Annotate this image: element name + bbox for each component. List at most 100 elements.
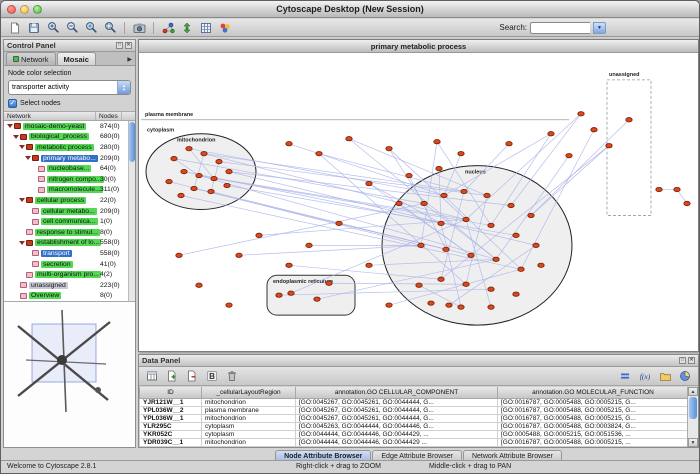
float-panel-icon[interactable]: □ [679, 357, 686, 364]
graph-node[interactable] [656, 187, 662, 191]
graph-node[interactable] [316, 151, 322, 155]
graph-node[interactable] [396, 201, 402, 205]
graph-node[interactable] [591, 128, 597, 132]
graph-node[interactable] [674, 187, 680, 191]
graph-node[interactable] [418, 243, 424, 247]
graph-node[interactable] [201, 151, 207, 155]
graph-node[interactable] [211, 176, 217, 180]
graph-node[interactable] [186, 146, 192, 150]
graph-node[interactable] [438, 221, 444, 225]
select-attributes-icon[interactable] [143, 369, 161, 384]
table-row[interactable]: YPL036W__2plasma membrane[GO:0045267, GO… [140, 406, 689, 414]
pie-chart-icon[interactable] [676, 369, 694, 384]
table-row[interactable]: YDR039C__1mitochondrion[GO:0044444, GO:0… [140, 438, 689, 446]
table-cell[interactable]: YDR039C__1 [140, 438, 202, 446]
graph-node[interactable] [286, 142, 292, 146]
save-icon[interactable] [25, 20, 43, 35]
table-cell[interactable]: YPL036W__2 [140, 406, 202, 414]
scroll-down-icon[interactable]: ▼ [688, 438, 698, 447]
disclosure-triangle-icon[interactable] [7, 124, 13, 128]
graph-node[interactable] [166, 179, 172, 183]
table-cell[interactable]: [GO:0044444, GO:0044446, GO:0044429 ... [296, 438, 498, 446]
graph-node[interactable] [428, 301, 434, 305]
delete-attribute-icon[interactable] [183, 369, 201, 384]
graph-node[interactable] [508, 203, 514, 207]
table-cell[interactable]: cytoplasm [202, 430, 296, 438]
graph-node[interactable] [446, 303, 452, 307]
graph-node[interactable] [346, 137, 352, 141]
layout-arrows-icon[interactable] [178, 20, 196, 35]
graph-node[interactable] [493, 257, 499, 261]
graph-node[interactable] [443, 247, 449, 251]
attribute-table-icon[interactable] [197, 20, 215, 35]
tab-network[interactable]: Network [6, 52, 56, 65]
graph-node[interactable] [326, 281, 332, 285]
scroll-up-icon[interactable]: ▲ [688, 387, 698, 396]
tree-row[interactable]: mosaic-demo-yeast874(0) [4, 121, 135, 132]
graph-node[interactable] [458, 305, 464, 309]
table-cell[interactable]: [GO:0016787, GO:0005488, GO:0003824, G..… [498, 422, 689, 430]
graph-node[interactable] [518, 267, 524, 271]
tree-row[interactable]: unassigned223(0) [4, 280, 135, 291]
graph-node[interactable] [461, 189, 467, 193]
table-row[interactable]: YKR052Ccytoplasm[GO:0044444, GO:0044446,… [140, 430, 689, 438]
table-cell[interactable]: [GO:0045267, GO:0045261, GO:0044444, G..… [296, 398, 498, 406]
graph-node[interactable] [488, 223, 494, 227]
graph-node[interactable] [226, 303, 232, 307]
graph-node[interactable] [191, 186, 197, 190]
graph-node[interactable] [386, 303, 392, 307]
tree-row[interactable]: primary metabo...209(0) [4, 153, 135, 164]
table-scrollbar[interactable]: ▲ ▼ [687, 387, 698, 447]
graph-node[interactable] [236, 253, 242, 257]
table-cell[interactable]: YLR295C [140, 422, 202, 430]
graph-node[interactable] [513, 292, 519, 296]
table-cell[interactable]: [GO:0045267, GO:0045261, GO:0044444, G..… [296, 406, 498, 414]
create-attribute-icon[interactable] [163, 369, 181, 384]
tree-row[interactable]: metabolic process280(0) [4, 142, 135, 153]
disclosure-triangle-icon[interactable] [19, 241, 25, 245]
tree-row[interactable]: cellular metabo...209(0) [4, 206, 135, 217]
graph-node[interactable] [286, 263, 292, 267]
table-scrollbar-thumb[interactable] [689, 397, 697, 419]
network-column-header[interactable]: Network [4, 112, 96, 120]
column-header[interactable]: _cellularLayoutRegion [202, 387, 296, 398]
graph-node[interactable] [181, 169, 187, 173]
table-cell[interactable]: YPL036W__1 [140, 414, 202, 422]
graph-node[interactable] [176, 253, 182, 257]
graph-node[interactable] [434, 140, 440, 144]
tree-row[interactable]: multi-organism pro...4(2) [4, 269, 135, 280]
table-cell[interactable]: [GO:0044444, GO:0044446, GO:0044429, ... [296, 430, 498, 438]
compartment-region[interactable] [146, 134, 256, 210]
unassigned-region[interactable] [607, 80, 651, 216]
zoom-out-icon[interactable] [63, 20, 81, 35]
zoom-in-icon[interactable] [44, 20, 62, 35]
graph-node[interactable] [208, 189, 214, 193]
birdseye-view[interactable] [4, 302, 135, 447]
graph-node[interactable] [468, 253, 474, 257]
graph-node[interactable] [224, 183, 230, 187]
zoom-fit-icon[interactable] [101, 20, 119, 35]
tree-row[interactable]: nucleobase...64(0) [4, 163, 135, 174]
tree-row[interactable]: Overview8(0) [4, 291, 135, 302]
close-panel-icon[interactable]: ✕ [125, 42, 132, 49]
graph-node[interactable] [421, 201, 427, 205]
batch-edit-icon[interactable]: B [203, 369, 221, 384]
graph-node[interactable] [548, 132, 554, 136]
disclosure-triangle-icon[interactable] [19, 145, 25, 149]
tab-scroll-arrow-icon[interactable]: ▶ [127, 56, 135, 65]
tree-row[interactable]: macromolecule...311(0) [4, 185, 135, 196]
tree-row[interactable]: cellular process22(0) [4, 195, 135, 206]
disclosure-triangle-icon[interactable] [13, 135, 19, 139]
column-header[interactable]: annotation.GO CELLULAR_COMPONENT [296, 387, 498, 398]
graph-node[interactable] [606, 143, 612, 147]
graph-node[interactable] [533, 243, 539, 247]
graph-node[interactable] [314, 297, 320, 301]
table-cell[interactable]: [GO:0005488, GO:0005215, GO:0051536, ... [498, 430, 689, 438]
vizmapper-icon[interactable] [216, 20, 234, 35]
graph-node[interactable] [276, 293, 282, 297]
table-row[interactable]: YLR295Ccytoplasm[GO:0045263, GO:0044444,… [140, 422, 689, 430]
tree-row[interactable]: biological_process680(0) [4, 132, 135, 143]
graph-node[interactable] [366, 181, 372, 185]
select-nodes-checkbox[interactable]: ✓ [8, 99, 17, 108]
graph-node[interactable] [578, 112, 584, 116]
